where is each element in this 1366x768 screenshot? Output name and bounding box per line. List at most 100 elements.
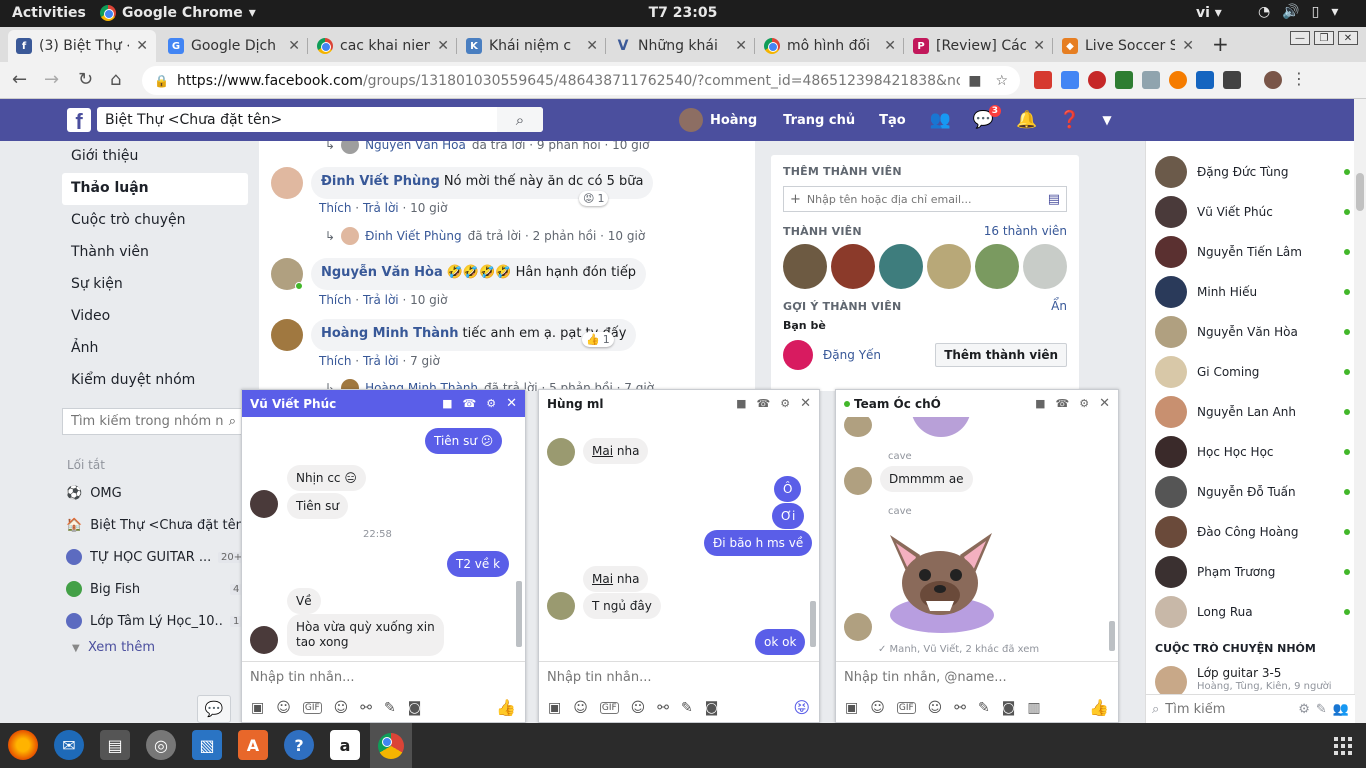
nav-photos[interactable]: Ảnh	[62, 333, 248, 365]
facebook-search-input[interactable]	[97, 107, 497, 132]
avatar[interactable]	[547, 592, 575, 620]
forward-button[interactable]: →	[44, 69, 59, 90]
avatar[interactable]	[783, 244, 827, 289]
laughing-emoji-icon[interactable]: 😝	[793, 698, 810, 717]
image-icon[interactable]: ▣	[548, 700, 561, 716]
gear-icon[interactable]: ⚙	[780, 397, 790, 410]
rhythmbox-icon[interactable]: ◎	[146, 730, 176, 760]
nav-videos[interactable]: Video	[62, 301, 248, 333]
browser-tab[interactable]: mô hình đối ✕	[756, 30, 904, 62]
address-bar[interactable]: 🔒 https://www.facebook.com/groups/131801…	[142, 66, 1020, 95]
browser-tab[interactable]: cac khai niem ✕	[309, 30, 457, 62]
members-count-link[interactable]: 16 thành viên	[984, 224, 1067, 238]
extension-icon[interactable]	[1223, 71, 1241, 89]
emoji-icon[interactable]: ☺	[631, 700, 646, 716]
avatar[interactable]	[1023, 244, 1067, 289]
help-icon[interactable]: ❓	[1059, 110, 1080, 130]
url-text[interactable]: https://www.facebook.com/groups/13180103…	[177, 73, 960, 89]
contact-item[interactable]: Gi Coming	[1155, 356, 1350, 388]
page-scrollbar[interactable]	[1354, 99, 1366, 723]
nav-discussion[interactable]: Thảo luận	[62, 173, 248, 205]
avatar[interactable]	[879, 244, 923, 289]
chat-title[interactable]: Vũ Viết Phúc	[250, 397, 432, 411]
like-link[interactable]: Thích	[319, 354, 351, 368]
gear-icon[interactable]: ⚙	[1298, 702, 1310, 717]
chat-scrollbar[interactable]	[1107, 421, 1116, 657]
contact-item[interactable]: Học Học Học	[1155, 436, 1350, 468]
emoji-icon[interactable]: ☺	[334, 700, 349, 716]
profile-avatar[interactable]	[1264, 71, 1282, 89]
extension-icon[interactable]	[1115, 71, 1133, 89]
software-center-icon[interactable]: A	[238, 730, 268, 760]
system-tray[interactable]: ◔ 🔊 ▯ ▾	[1258, 4, 1338, 20]
close-window-button[interactable]: ✕	[1338, 31, 1358, 45]
group-search-input[interactable]	[63, 414, 224, 429]
close-icon[interactable]: ✕	[136, 38, 148, 54]
profile-link[interactable]: Hoàng	[679, 108, 757, 132]
camera-icon[interactable]: ◙	[1002, 700, 1016, 716]
browser-tab[interactable]: G Google Dịch ✕	[160, 30, 308, 62]
camera-icon[interactable]: ◙	[408, 700, 422, 716]
avatar[interactable]	[271, 319, 303, 351]
avatar[interactable]	[783, 340, 813, 370]
reaction-count[interactable]: 👍 1	[582, 332, 614, 347]
notifications-bell-icon[interactable]: 🔔	[1016, 110, 1037, 130]
message-input[interactable]	[547, 670, 811, 685]
browser-tab[interactable]: P [Review] Các ✕	[905, 30, 1053, 62]
bookmark-star-icon[interactable]: ☆	[995, 73, 1008, 89]
contact-item[interactable]: Nguyễn Tiến Lâm	[1155, 236, 1350, 268]
show-applications-icon[interactable]	[1334, 737, 1352, 755]
nav-conversations[interactable]: Cuộc trò chuyện	[62, 205, 248, 237]
add-member-button[interactable]: Thêm thành viên	[935, 343, 1067, 367]
maximize-button[interactable]: ❐	[1314, 31, 1334, 45]
camera-icon[interactable]: ◙	[705, 700, 719, 716]
video-call-icon[interactable]: ■	[736, 397, 746, 410]
image-icon[interactable]: ▣	[251, 700, 264, 716]
close-icon[interactable]: ✕	[1099, 396, 1110, 411]
thunderbird-icon[interactable]: ✉	[54, 730, 84, 760]
extension-icon[interactable]	[1169, 71, 1187, 89]
friends-icon[interactable]: 👥	[930, 110, 951, 130]
reply-link[interactable]: Trả lời	[363, 293, 399, 307]
avatar[interactable]	[927, 244, 971, 289]
avatar[interactable]	[975, 244, 1019, 289]
reply-summary[interactable]: ↳ Nguyễn Văn Hòa đã trả lời · 9 phản hồi …	[325, 141, 649, 154]
adblock-icon[interactable]	[1088, 71, 1106, 89]
chrome-taskbar-item[interactable]	[370, 723, 412, 768]
home-button[interactable]: ⌂	[110, 69, 121, 90]
message-input[interactable]	[844, 670, 1110, 685]
avatar[interactable]	[844, 467, 872, 495]
close-icon[interactable]: ✕	[800, 396, 811, 411]
attachment-icon[interactable]: ✎	[681, 700, 693, 716]
chevron-down-icon[interactable]: ▼	[1102, 113, 1111, 127]
chat-scrollbar[interactable]	[514, 421, 523, 657]
minimize-button[interactable]: —	[1290, 31, 1310, 45]
hide-link[interactable]: Ẩn	[1051, 299, 1067, 313]
reaction-count[interactable]: 😡 1	[579, 191, 609, 206]
avatar[interactable]	[844, 613, 872, 641]
link-icon[interactable]: ⚯	[954, 700, 966, 716]
browser-tab[interactable]: V Những khái ✕	[607, 30, 755, 62]
avatar[interactable]	[844, 417, 872, 437]
reply-summary[interactable]: ↳ Đinh Viết Phùng đã trả lời · 2 phản hồi…	[325, 227, 645, 245]
contact-item[interactable]: Đặng Đức Tùng	[1155, 156, 1350, 188]
extension-icon[interactable]	[1034, 71, 1052, 89]
browser-tab[interactable]: K Khái niệm c ✕	[458, 30, 606, 62]
contact-item[interactable]: Nguyễn Lan Anh	[1155, 396, 1350, 428]
camera-icon[interactable]: ■	[968, 73, 981, 89]
writer-icon[interactable]: ▧	[192, 730, 222, 760]
link-icon[interactable]: ⚯	[360, 700, 372, 716]
thumbs-up-icon[interactable]: 👍	[1089, 698, 1109, 717]
shortcut-item[interactable]: 🏠 Biệt Thự <Chưa đặt tên>	[66, 515, 255, 535]
phone-icon[interactable]: ☎	[1056, 397, 1070, 410]
extension-icon[interactable]	[1196, 71, 1214, 89]
attachment-icon[interactable]: ✎	[978, 700, 990, 716]
close-icon[interactable]: ✕	[288, 38, 300, 54]
add-member-input[interactable]	[806, 192, 1042, 206]
shortcut-item[interactable]: Big Fish 4	[66, 579, 243, 599]
avatar[interactable]	[271, 167, 303, 199]
back-button[interactable]: ←	[12, 69, 27, 90]
contact-item[interactable]: Minh Hiếu	[1155, 276, 1350, 308]
contact-item[interactable]: Nguyễn Đỗ Tuấn	[1155, 476, 1350, 508]
shortcut-item[interactable]: Lớp Tâm Lý Học_10... 1	[66, 611, 243, 631]
